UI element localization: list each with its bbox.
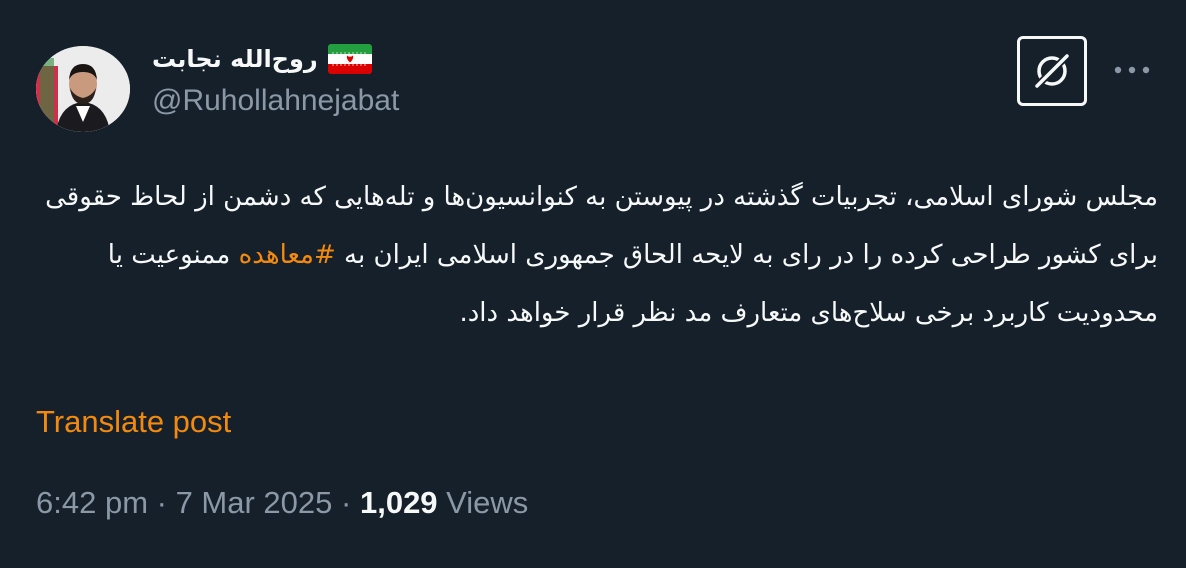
- handle[interactable]: @Ruhollahnejabat: [152, 84, 399, 118]
- more-button[interactable]: [1112, 52, 1152, 88]
- avatar-image: [36, 46, 130, 132]
- post-time[interactable]: 6:42 pm: [36, 485, 148, 521]
- iran-flag-icon: [327, 44, 372, 74]
- views-count: 1,029: [359, 485, 438, 520]
- display-name[interactable]: روح‌الله نجابت: [152, 45, 318, 73]
- post-date[interactable]: 7 Mar 2025: [176, 485, 333, 521]
- more-dots-icon: [1114, 66, 1150, 74]
- grok-icon: [1032, 51, 1072, 91]
- author-block: روح‌الله نجابت @Ruhollahnejabat: [152, 40, 399, 118]
- post-meta: 6:42 pm · 7 Mar 2025 · 1,029 Views: [36, 485, 528, 521]
- hashtag-link[interactable]: #معاهده: [239, 240, 336, 270]
- meta-separator: ·: [332, 485, 360, 520]
- name-row: روح‌الله نجابت: [152, 40, 399, 78]
- grok-button[interactable]: [1017, 36, 1087, 106]
- translate-post-link[interactable]: Translate post: [36, 404, 231, 440]
- views-label: Views: [437, 485, 529, 520]
- meta-separator: ·: [148, 485, 176, 520]
- avatar[interactable]: [36, 46, 130, 132]
- post-text: مجلس شورای اسلامی، تجربیات گذشته در پیوس…: [36, 168, 1158, 342]
